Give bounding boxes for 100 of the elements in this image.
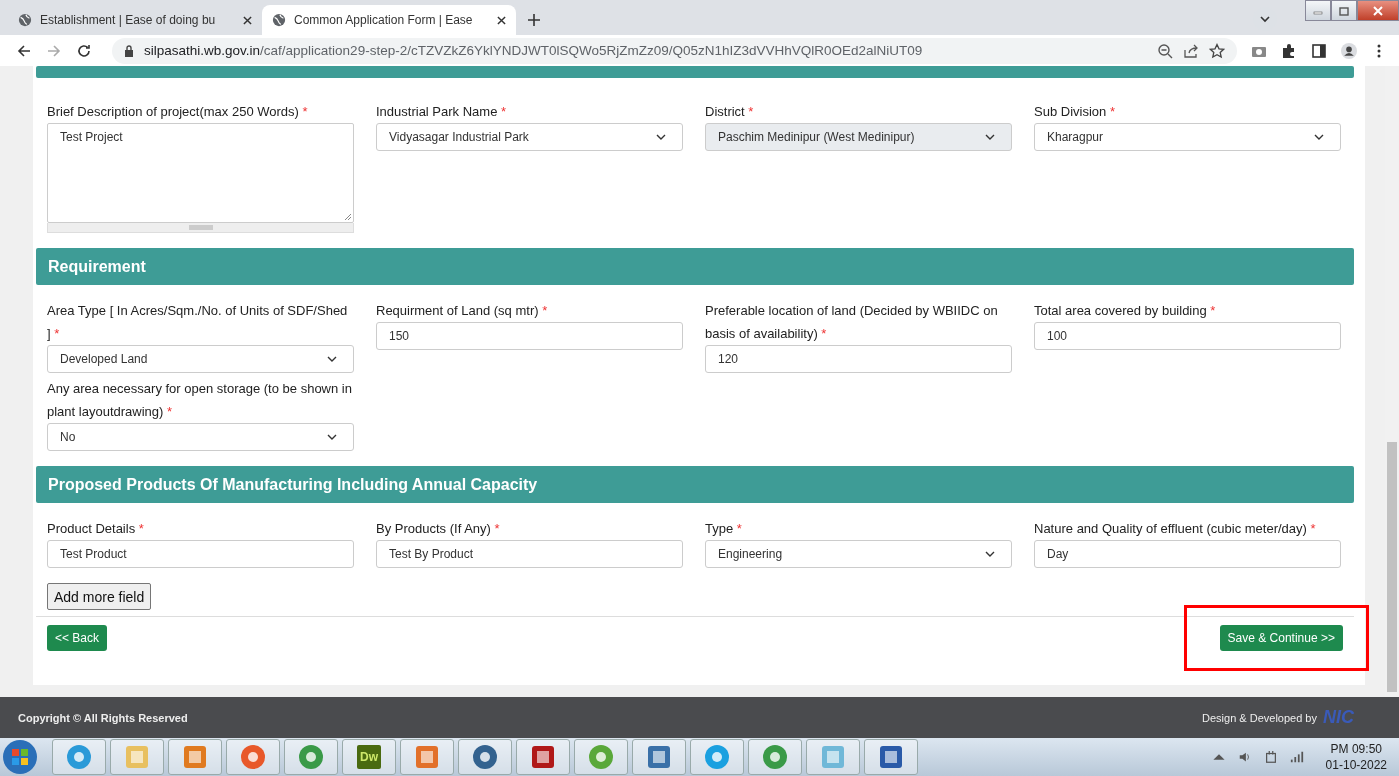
maximize-button[interactable] [1331, 0, 1357, 21]
taskbar-app[interactable] [748, 739, 802, 775]
forward-icon[interactable] [46, 42, 62, 59]
address-bar[interactable]: silpasathi.wb.gov.in/caf/application29-step-2/cTZVZkZ6YklYNDJWT0lSQWo5RjZmZz09/Q05zN1hIZ3dVVHhVQlR0OEd2alNiUT09 [112, 37, 1237, 64]
taskbar-app[interactable] [52, 739, 106, 775]
taskbar-app[interactable] [458, 739, 512, 775]
clock[interactable]: PM 09:50 01-10-2022 [1325, 741, 1387, 773]
input-field[interactable]: Day [1034, 540, 1341, 568]
browser-tab[interactable]: Common Application Form | Ease [262, 5, 516, 35]
input-field[interactable]: Test Product [47, 540, 354, 568]
taskbar-app[interactable] [574, 739, 628, 775]
resize-grip-icon[interactable] [344, 213, 352, 221]
field-label: Brief Description of project(max 250 Words) * [47, 103, 309, 121]
power-plug-icon[interactable] [1263, 750, 1278, 764]
close-button[interactable] [1357, 0, 1399, 21]
field-label: Sub Division * [1034, 103, 1116, 121]
taskbar-app[interactable] [168, 739, 222, 775]
reload-icon[interactable] [76, 42, 92, 59]
field-label: Preferable location of land (Decided by WBIIDC on basis of availability) * [705, 302, 999, 343]
minimize-button[interactable] [1305, 0, 1331, 21]
input-field[interactable]: 120 [705, 345, 1012, 373]
dropdown[interactable]: No [47, 423, 354, 451]
input-field[interactable]: 100 [1034, 322, 1341, 350]
back-button[interactable]: << Back [47, 625, 108, 651]
dropdown[interactable]: Engineering [705, 540, 1012, 568]
close-icon[interactable] [497, 15, 506, 25]
taskbar-app[interactable] [516, 739, 570, 775]
app-icon [761, 743, 789, 771]
section-header: Proposed Products Of Manufacturing Including Annual Capacity [36, 466, 1354, 503]
tab-title: Establishment | Ease of doing bu [40, 13, 217, 27]
input-field[interactable]: 150 [376, 322, 683, 350]
signal-icon[interactable] [1289, 750, 1304, 764]
zoom-out-icon[interactable] [1157, 42, 1173, 59]
field-label: Area Type [ In Acres/Sqm./No. of Units of SDF/Shed ] * [47, 302, 349, 343]
app-icon [645, 743, 673, 771]
field-label: Type * [705, 520, 743, 538]
lock-icon[interactable] [124, 44, 134, 57]
dropdown[interactable]: Vidyasagar Industrial Park [376, 123, 683, 151]
clock-date: 01-10-2022 [1325, 757, 1387, 773]
dropdown[interactable]: Kharagpur [1034, 123, 1341, 151]
save-continue-button[interactable]: Save & Continue >> [1219, 625, 1343, 651]
maximize-icon [1339, 5, 1349, 16]
url-text: silpasathi.wb.gov.in/caf/application29-step-2/cTZVZkZ6YklYNDJWT0lSQWo5RjZmZz09/Q05zN1hIZ3dVVHhVQlR0OEd2alNiUT09 [144, 43, 923, 58]
browser-tab[interactable]: Establishment | Ease of doing bu [8, 5, 262, 35]
add-field-button[interactable]: Add more field [47, 583, 152, 610]
globe-icon [272, 13, 286, 27]
nic-logo: NIC [1323, 707, 1354, 728]
close-icon [1373, 5, 1383, 16]
globe-icon [18, 13, 32, 27]
app-icon [471, 743, 499, 771]
chevron-down-icon [327, 356, 337, 362]
section-header: Requirement [36, 248, 1354, 285]
field-label: Total area covered by building * [1034, 302, 1217, 320]
profile-icon[interactable] [1341, 42, 1357, 59]
app-icon [239, 743, 267, 771]
app-icon [123, 743, 151, 771]
app-icon [703, 743, 731, 771]
field-label: District * [705, 103, 755, 121]
new-tab-icon[interactable] [528, 14, 540, 26]
tab-title: Common Application Form | Ease [294, 13, 474, 27]
app-icon [529, 743, 557, 771]
app-icon [877, 743, 905, 771]
credit-text: Design & Developed by [1202, 711, 1317, 724]
field-label: Requirment of Land (sq mtr) * [376, 302, 549, 320]
app-icon [413, 743, 441, 771]
puzzle-icon[interactable] [1281, 42, 1297, 59]
field-label: Any area necessary for open storage (to be shown in plant layoutdrawing) * [47, 380, 353, 421]
textarea-field[interactable]: Test Project [47, 123, 354, 223]
taskbar-app[interactable]: Dw [342, 739, 396, 775]
clock-time: PM 09:50 [1330, 741, 1382, 757]
app-icon: Dw [357, 745, 381, 769]
field-label: Product Details * [47, 520, 145, 538]
chevron-down-icon [1314, 134, 1324, 140]
chevron-down-icon [656, 134, 666, 140]
chevron-down-icon [985, 551, 995, 557]
close-icon[interactable] [243, 15, 252, 25]
input-field[interactable]: Test By Product [376, 540, 683, 568]
app-icon [297, 743, 325, 771]
back-icon[interactable] [16, 42, 32, 59]
speaker-icon[interactable] [1237, 750, 1252, 764]
start-button[interactable] [2, 739, 38, 775]
side-panel-icon[interactable] [1311, 42, 1327, 59]
dropdown[interactable]: Developed Land [47, 345, 354, 373]
taskbar-app[interactable] [690, 739, 744, 775]
horizontal-scrollbar[interactable] [47, 223, 354, 233]
taskbar-app[interactable] [284, 739, 338, 775]
copyright-text: Copyright © All Rights Reserved [18, 711, 188, 724]
chevron-down-icon [985, 134, 995, 140]
taskbar-app[interactable] [226, 739, 280, 775]
taskbar-app[interactable] [632, 739, 686, 775]
share-icon[interactable] [1183, 42, 1199, 59]
chevron-down-icon [327, 434, 337, 440]
app-icon [65, 743, 93, 771]
taskbar-app[interactable] [864, 739, 918, 775]
taskbar-app[interactable] [400, 739, 454, 775]
field-label: Industrial Park Name * [376, 103, 508, 121]
field-label: By Products (If Any) * [376, 520, 501, 538]
star-icon[interactable] [1209, 42, 1225, 59]
app-icon [181, 743, 209, 771]
app-icon [587, 743, 615, 771]
